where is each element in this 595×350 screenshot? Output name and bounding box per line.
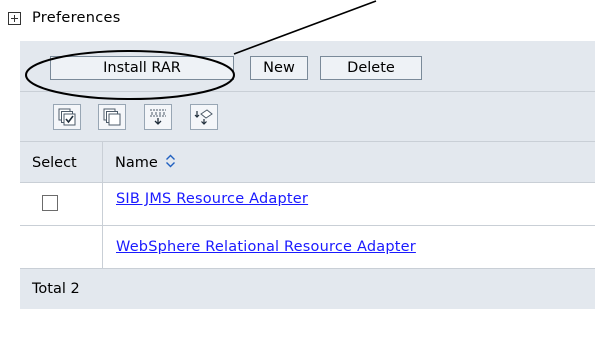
select-all-icon[interactable]: [53, 104, 81, 130]
resource-adapter-link[interactable]: WebSphere Relational Resource Adapter: [116, 239, 416, 255]
column-header-select: Select: [32, 154, 77, 171]
preferences-label: Preferences: [32, 10, 121, 26]
column-header-name-label: Name: [115, 154, 158, 171]
column-divider: [102, 226, 103, 269]
preferences-toggle[interactable]: Preferences: [8, 7, 121, 29]
table-row: WebSphere Relational Resource Adapter: [20, 225, 595, 269]
plus-box-icon[interactable]: [8, 11, 21, 25]
sort-toggle-icon[interactable]: [165, 154, 176, 172]
table-footer: Total 2: [20, 268, 595, 309]
column-header-name[interactable]: Name: [115, 142, 176, 183]
button-bar: Install RAR New Delete: [20, 41, 595, 91]
table-row: SIB JMS Resource Adapter: [20, 182, 595, 226]
delete-button[interactable]: Delete: [320, 56, 422, 80]
total-count: Total 2: [32, 281, 80, 297]
new-button[interactable]: New: [250, 56, 308, 80]
install-rar-button[interactable]: Install RAR: [50, 56, 234, 80]
icon-toolbar: [20, 91, 595, 142]
row-select-checkbox[interactable]: [42, 195, 58, 211]
table-header: Select Name: [20, 141, 595, 183]
column-divider: [102, 142, 103, 183]
show-filter-icon[interactable]: [144, 104, 172, 130]
clear-filter-icon[interactable]: [190, 104, 218, 130]
column-divider: [102, 183, 103, 226]
resource-adapter-panel: Install RAR New Delete Select Name SIB J…: [20, 41, 595, 341]
deselect-all-icon[interactable]: [98, 104, 126, 130]
resource-adapter-link[interactable]: SIB JMS Resource Adapter: [116, 191, 308, 207]
